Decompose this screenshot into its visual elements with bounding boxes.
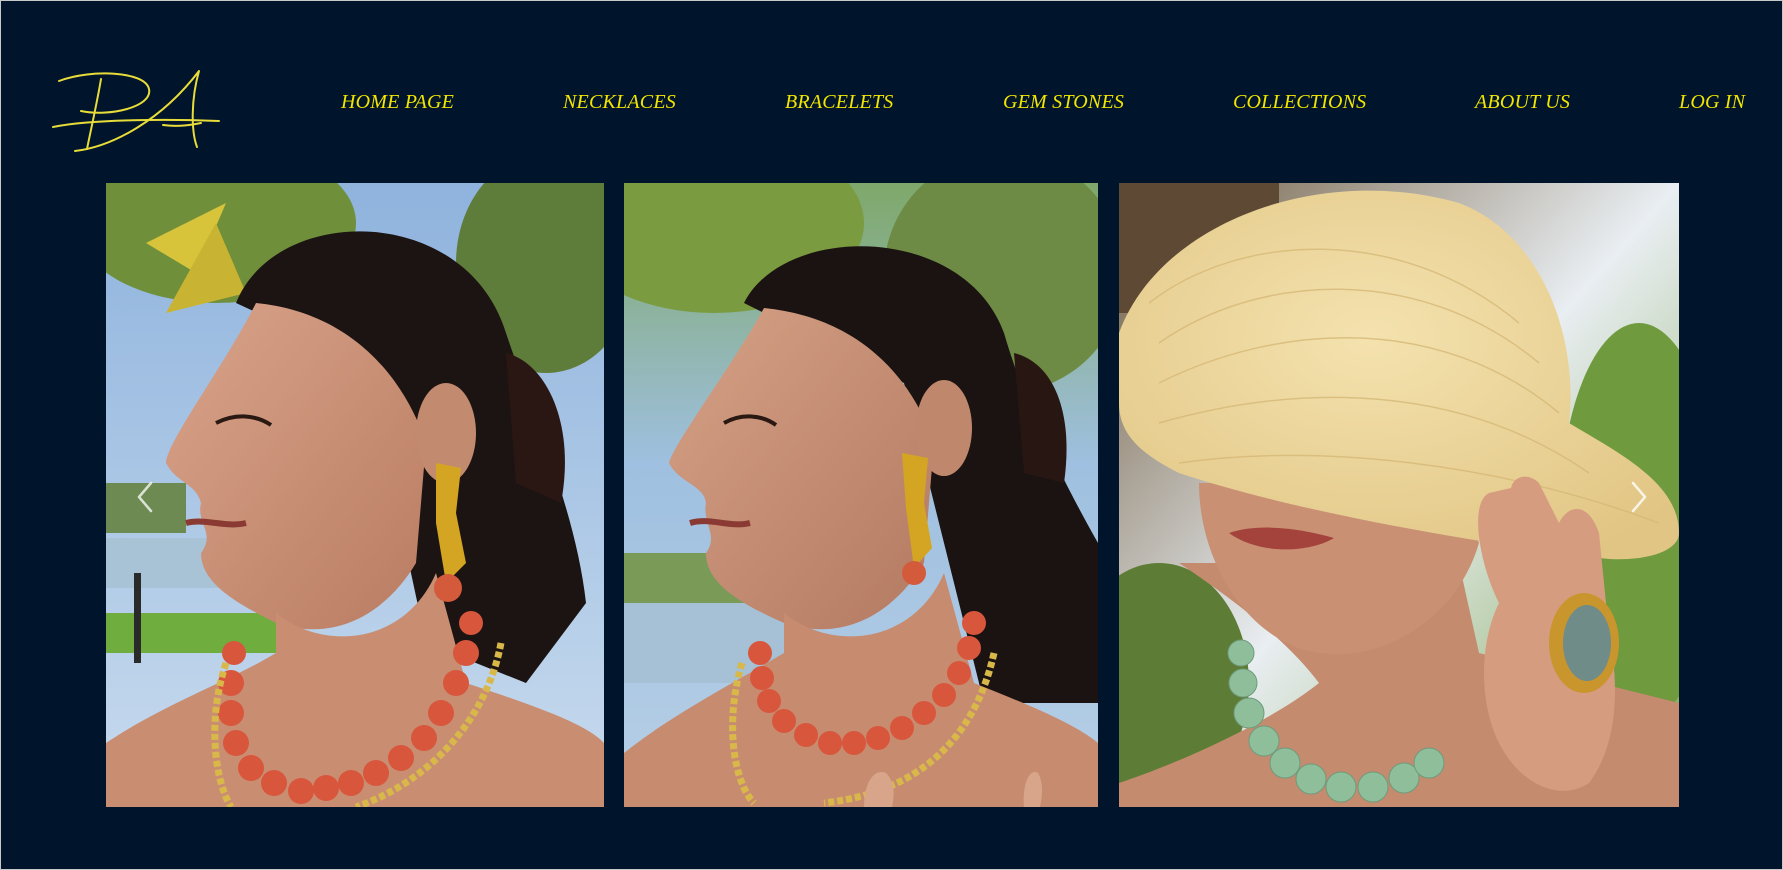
chevron-left-icon	[137, 481, 153, 513]
nav-bracelets[interactable]: BRACELETS	[785, 89, 893, 115]
carousel-slide-2[interactable]	[624, 183, 1098, 807]
page: HOME PAGE NECKLACES BRACELETS GEM STONES…	[0, 0, 1783, 870]
carousel-slide-3[interactable]	[1119, 183, 1679, 807]
chevron-right-icon	[1631, 481, 1647, 513]
main-nav: HOME PAGE NECKLACES BRACELETS GEM STONES…	[1, 89, 1782, 119]
woman-profile-coral-necklace-image	[106, 183, 604, 807]
nav-home-page[interactable]: HOME PAGE	[341, 89, 454, 115]
nav-log-in[interactable]: LOG IN	[1679, 89, 1745, 115]
nav-necklaces[interactable]: NECKLACES	[563, 89, 676, 115]
nav-about-us[interactable]: ABOUT US	[1475, 89, 1570, 115]
carousel-slide-1[interactable]	[106, 183, 604, 807]
carousel-next-button[interactable]	[1625, 479, 1653, 515]
nav-collections[interactable]: COLLECTIONS	[1233, 89, 1366, 115]
nav-gem-stones[interactable]: GEM STONES	[1003, 89, 1124, 115]
woman-straw-hat-green-stone-necklace-image	[1119, 183, 1679, 807]
woman-profile-coral-necklace-closeup-image	[624, 183, 1098, 807]
carousel-prev-button[interactable]	[131, 479, 159, 515]
